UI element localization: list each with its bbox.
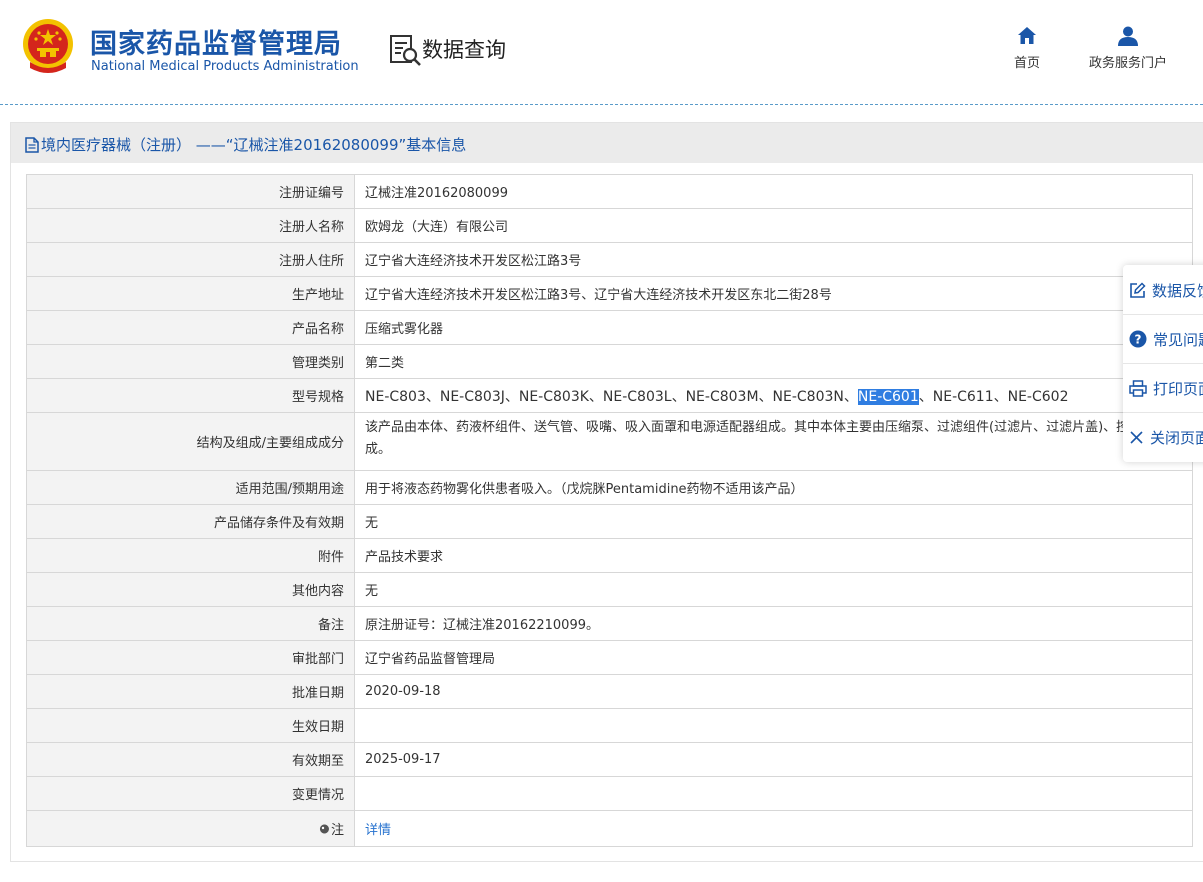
row-value: 产品技术要求 (354, 538, 1193, 573)
data-query-title: 数据查询 (422, 38, 506, 62)
row-label: 附件 (26, 538, 355, 573)
row-label: 变更情况 (26, 776, 355, 811)
faq-button[interactable]: ? 常见问题 (1129, 315, 1203, 363)
row-label: 有效期至 (26, 742, 355, 777)
table-row: 审批部门 辽宁省药品监督管理局 (26, 640, 1193, 675)
national-emblem-icon (23, 19, 73, 73)
table-row: 型号规格 NE-C803、NE-C803J、NE-C803K、NE-C803L、… (26, 378, 1193, 413)
table-row: 备注 原注册证号：辽械注准20162210099。 (26, 606, 1193, 641)
row-value: 压缩式雾化器 (354, 310, 1193, 345)
row-label: 注册证编号 (26, 174, 355, 209)
nav-home-link[interactable]: 首页 (1008, 26, 1046, 71)
nav-service-label: 政务服务门户 (1088, 56, 1167, 71)
row-value (354, 708, 1193, 743)
side-toolbar: 数据反馈 ? 常见问题 打印页面 关闭页面 (1123, 265, 1203, 462)
row-label: 备注 (26, 606, 355, 641)
svg-text:?: ? (1135, 333, 1142, 347)
models-text-rest: 、NE-C611、NE-C602 (918, 388, 1069, 405)
row-label: 注册人住所 (26, 242, 355, 277)
row-value: 2020-09-18 (354, 674, 1193, 709)
table-row: 其他内容 无 (26, 572, 1193, 607)
home-icon (1018, 27, 1036, 44)
note-label: 注 (330, 823, 344, 838)
faq-label: 常见问题 (1153, 330, 1203, 349)
table-row: 产品储存条件及有效期 无 (26, 504, 1193, 539)
row-label: 产品储存条件及有效期 (26, 504, 355, 539)
data-feedback-label: 数据反馈 (1152, 281, 1203, 300)
close-page-button[interactable]: 关闭页面 (1129, 413, 1203, 461)
row-label: 批准日期 (26, 674, 355, 709)
row-label: 注册人名称 (26, 208, 355, 243)
table-row: 注册证编号 辽械注准20162080099 (26, 174, 1193, 209)
nav-service-portal-link[interactable]: 政务服务门户 (1082, 26, 1174, 71)
row-value: 无 (354, 572, 1193, 607)
print-page-button[interactable]: 打印页面 (1129, 364, 1203, 412)
models-text: NE-C803、NE-C803J、NE-C803K、NE-C803L、NE-C8… (365, 388, 858, 405)
row-value: 2025-09-17 (354, 742, 1193, 777)
row-label: 其他内容 (26, 572, 355, 607)
row-value: 该产品由本体、药液杯组件、送气管、吸嘴、吸入面罩和电源适配器组成。其中本体主要由… (354, 412, 1193, 471)
table-row: 产品名称 压缩式雾化器 (26, 310, 1193, 345)
row-label: 生效日期 (26, 708, 355, 743)
row-label: 结构及组成/主要组成成分 (26, 412, 355, 471)
table-row: 结构及组成/主要组成成分 该产品由本体、药液杯组件、送气管、吸嘴、吸入面罩和电源… (26, 412, 1193, 471)
table-row: 批准日期 2020-09-18 (26, 674, 1193, 709)
row-value-models[interactable]: NE-C803、NE-C803J、NE-C803K、NE-C803L、NE-C8… (354, 378, 1193, 413)
table-row: 注 详情 (26, 810, 1193, 847)
site-title: 国家药品监督管理局 (90, 29, 342, 60)
row-value: 欧姆龙（大连）有限公司 (354, 208, 1193, 243)
row-value: 辽宁省药品监督管理局 (354, 640, 1193, 675)
edit-icon (1130, 281, 1146, 298)
row-label: 生产地址 (26, 276, 355, 311)
table-row: 注册人名称 欧姆龙（大连）有限公司 (26, 208, 1193, 243)
row-value: 辽宁省大连经济技术开发区松江路3号、辽宁省大连经济技术开发区东北二街28号 (354, 276, 1193, 311)
registration-info-table: 注册证编号 辽械注准20162080099 注册人名称 欧姆龙（大连）有限公司 … (26, 174, 1193, 847)
table-row: 生产地址 辽宁省大连经济技术开发区松江路3号、辽宁省大连经济技术开发区东北二街2… (26, 276, 1193, 311)
table-row: 注册人住所 辽宁省大连经济技术开发区松江路3号 (26, 242, 1193, 277)
row-label-note: 注 (26, 810, 355, 847)
table-row: 有效期至 2025-09-17 (26, 742, 1193, 777)
row-value: 详情 (354, 810, 1193, 847)
row-value: 原注册证号：辽械注准20162210099。 (354, 606, 1193, 641)
row-label: 适用范围/预期用途 (26, 470, 355, 505)
row-value: 第二类 (354, 344, 1193, 379)
printer-icon (1129, 379, 1147, 397)
user-icon (1118, 26, 1138, 46)
row-value: 无 (354, 504, 1193, 539)
tag-icon (319, 824, 329, 834)
close-page-label: 关闭页面 (1150, 428, 1203, 447)
row-value: 辽械注准20162080099 (354, 174, 1193, 209)
table-row: 管理类别 第二类 (26, 344, 1193, 379)
row-value: 用于将液态药物雾化供患者吸入。（戊烷脒Pentamidine药物不适用该产品） (354, 470, 1193, 505)
data-query-icon (390, 35, 421, 66)
row-label: 型号规格 (26, 378, 355, 413)
nav-home-label: 首页 (1013, 56, 1040, 71)
table-row: 适用范围/预期用途 用于将液态药物雾化供患者吸入。（戊烷脒Pentamidine… (26, 470, 1193, 505)
close-icon (1130, 430, 1143, 444)
selected-model-text[interactable]: NE-C601 (857, 388, 919, 405)
site-subtitle: National Medical Products Administration (91, 59, 359, 74)
question-circle-icon: ? (1129, 330, 1147, 348)
table-row: 生效日期 (26, 708, 1193, 743)
table-row: 附件 产品技术要求 (26, 538, 1193, 573)
panel-header: 境内医疗器械（注册） ——“辽械注准20162080099”基本信息 (11, 123, 1203, 163)
row-label: 产品名称 (26, 310, 355, 345)
table-row: 变更情况 (26, 776, 1193, 811)
details-link[interactable]: 详情 (365, 823, 391, 838)
row-label: 审批部门 (26, 640, 355, 675)
row-value: 辽宁省大连经济技术开发区松江路3号 (354, 242, 1193, 277)
site-header: 国家药品监督管理局 National Medical Products Admi… (0, 0, 1203, 104)
document-icon (25, 136, 39, 153)
row-label: 管理类别 (26, 344, 355, 379)
panel-heading: 境内医疗器械（注册） ——“辽械注准20162080099”基本信息 (41, 136, 467, 154)
print-page-label: 打印页面 (1153, 379, 1203, 398)
header-divider (0, 104, 1203, 105)
data-feedback-button[interactable]: 数据反馈 (1129, 266, 1203, 314)
row-value (354, 776, 1193, 811)
